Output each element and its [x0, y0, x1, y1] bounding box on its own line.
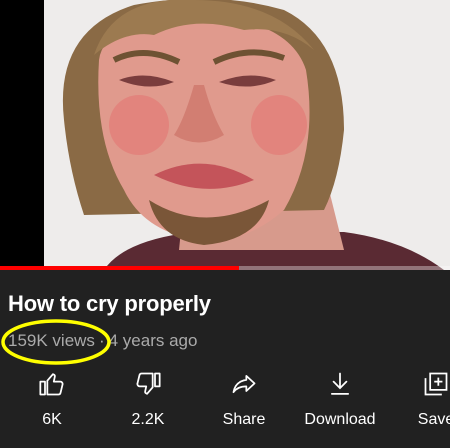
- thumbs-down-icon: [136, 372, 161, 395]
- video-progress-bar[interactable]: [0, 266, 450, 270]
- save-label: Save: [417, 411, 450, 428]
- video-player[interactable]: [0, 0, 450, 270]
- download-button[interactable]: Download: [292, 364, 388, 448]
- share-icon: [232, 374, 256, 394]
- dislike-button[interactable]: 2.2K: [100, 364, 196, 448]
- download-icon: [330, 372, 350, 395]
- thumbs-up-icon: [39, 373, 64, 396]
- like-count: 6K: [42, 411, 62, 428]
- face-image: [44, 0, 450, 270]
- share-label: Share: [222, 411, 266, 428]
- share-button[interactable]: Share: [196, 364, 292, 448]
- like-button[interactable]: 6K: [4, 364, 100, 448]
- download-label: Download: [304, 411, 376, 428]
- video-frame[interactable]: [44, 0, 450, 270]
- highlight-circle: [1, 319, 111, 365]
- action-bar: 6K 2.2K Share Download Save: [0, 364, 450, 448]
- save-button[interactable]: Save: [388, 364, 450, 448]
- video-progress-fill: [0, 266, 239, 270]
- dislike-count: 2.2K: [131, 411, 165, 428]
- upload-age: 4 years ago: [108, 331, 198, 350]
- save-to-playlist-icon: [424, 372, 448, 396]
- video-title: How to cry properly: [8, 291, 211, 316]
